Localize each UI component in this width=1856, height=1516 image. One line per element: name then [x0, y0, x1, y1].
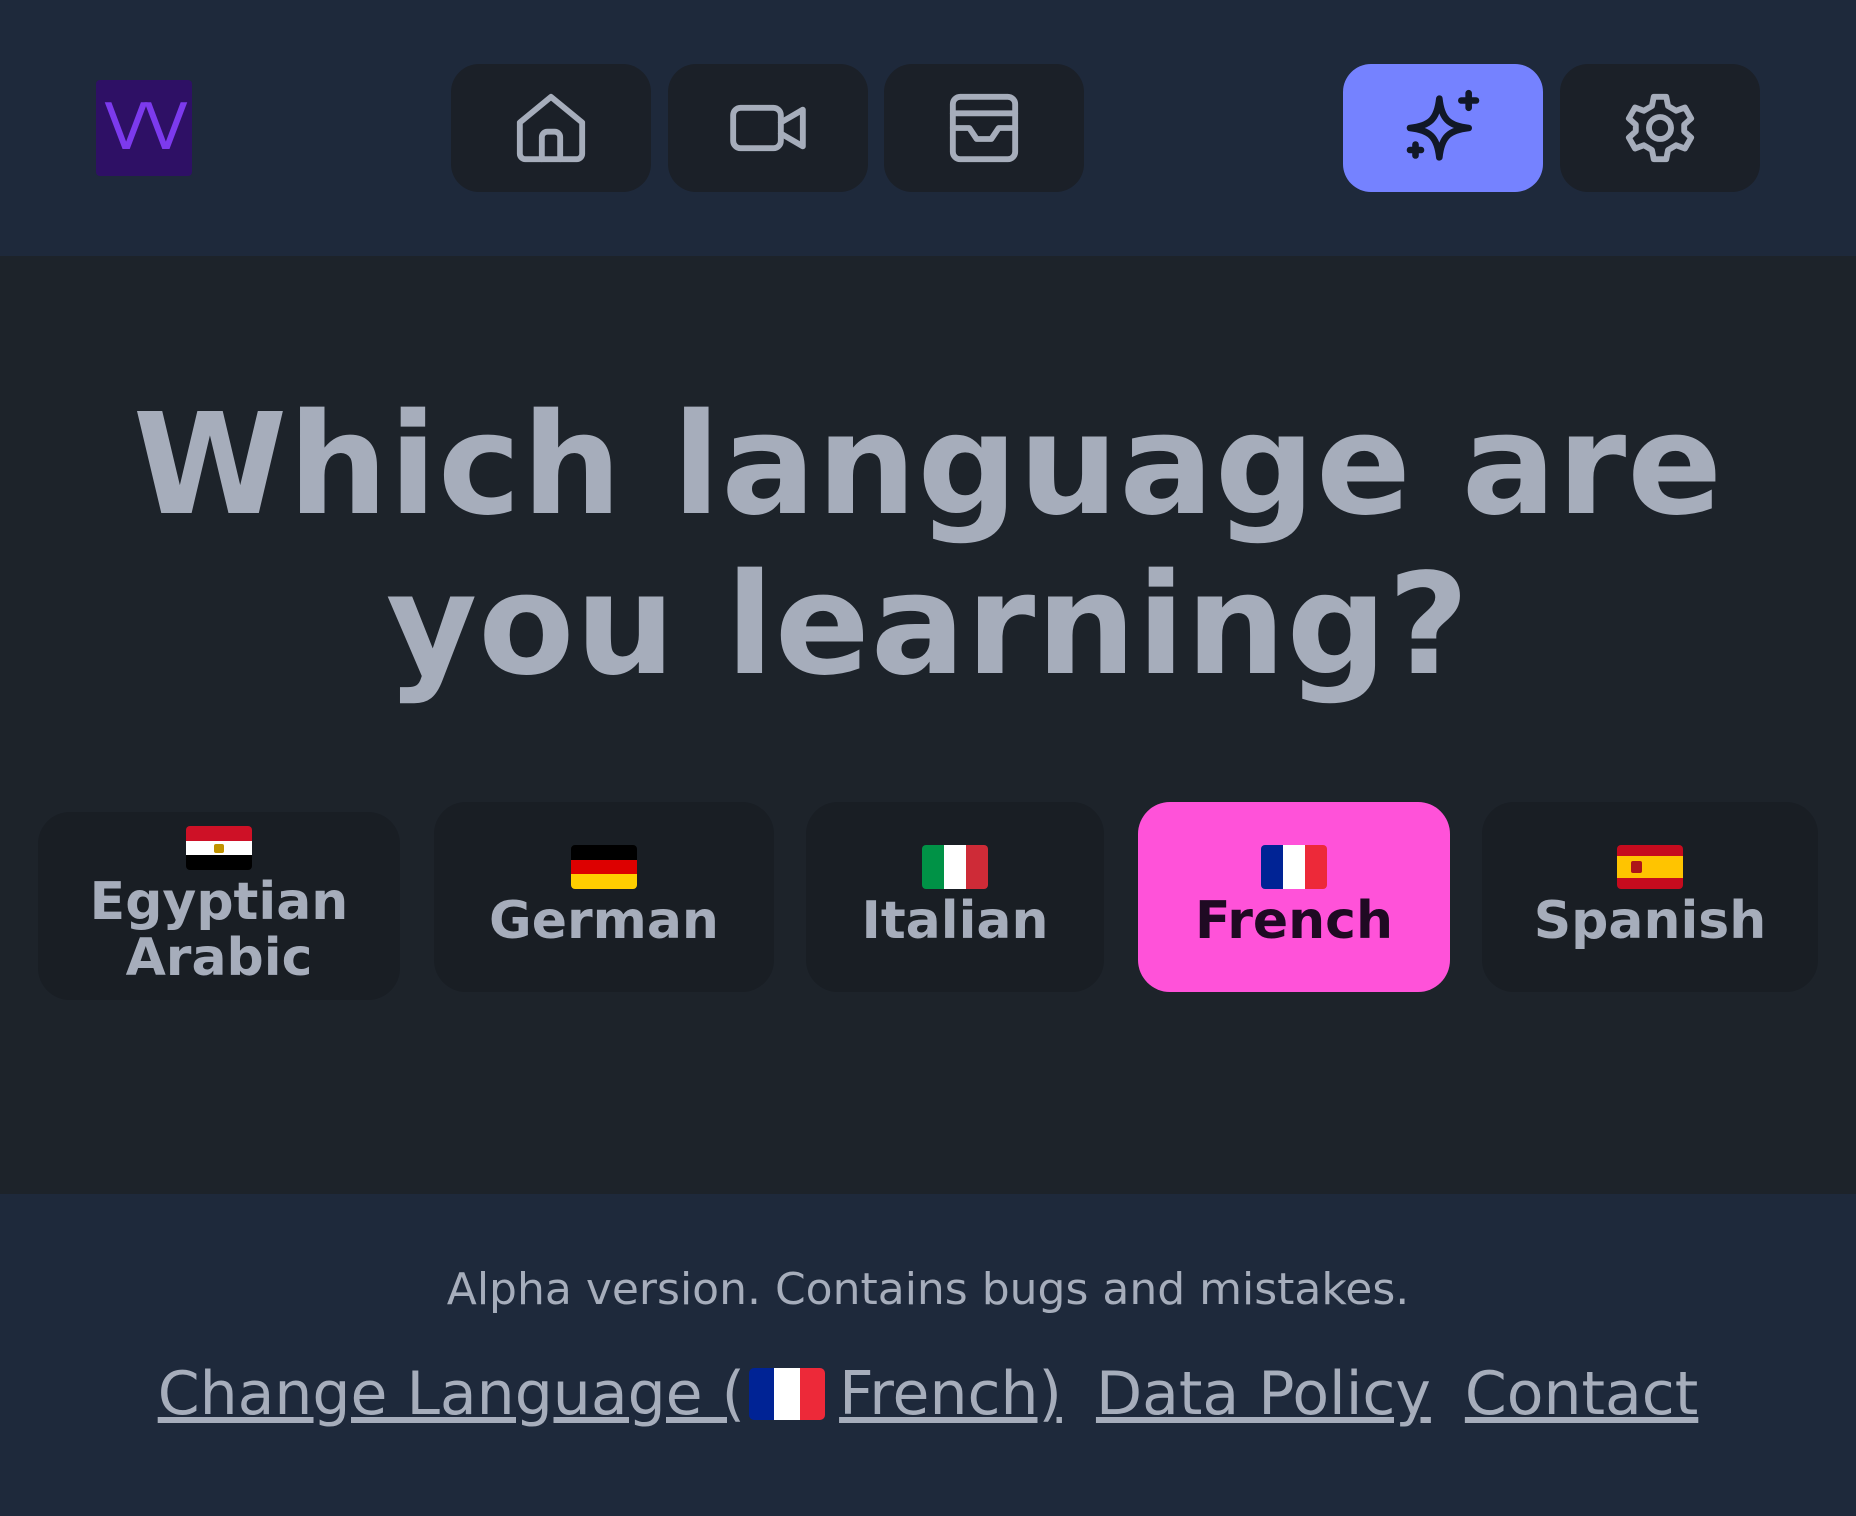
nav-settings-button[interactable]	[1560, 64, 1760, 192]
language-option-italian[interactable]: Italian	[806, 802, 1104, 992]
language-option-spanish[interactable]: Spanish	[1482, 802, 1818, 992]
nav-ai-button[interactable]	[1343, 64, 1543, 192]
germany-flag-icon	[571, 845, 637, 889]
language-label: Egyptian Arabic	[89, 872, 349, 988]
footer-links: Change Language ( French) Data Policy Co…	[0, 1354, 1856, 1434]
language-option-egyptian-arabic[interactable]: Egyptian Arabic	[38, 812, 400, 1000]
egypt-flag-icon	[186, 826, 252, 870]
top-navbar: VV	[0, 0, 1856, 256]
current-language-text: French)	[839, 1359, 1062, 1429]
footer: Alpha version. Contains bugs and mistake…	[0, 1194, 1856, 1516]
language-option-german[interactable]: German	[434, 802, 774, 992]
language-label: Spanish	[1533, 891, 1767, 951]
language-label: German	[489, 891, 719, 951]
language-option-french[interactable]: French	[1138, 802, 1450, 992]
inbox-icon	[949, 93, 1019, 163]
home-icon	[516, 93, 586, 163]
italy-flag-icon	[922, 845, 988, 889]
app-logo[interactable]: VV	[96, 80, 192, 176]
nav-video-button[interactable]	[668, 64, 868, 192]
nav-home-button[interactable]	[451, 64, 651, 192]
france-flag-icon	[1261, 845, 1327, 889]
language-label: Italian	[861, 891, 1049, 951]
gear-icon	[1625, 93, 1695, 163]
video-camera-icon	[730, 104, 806, 152]
alpha-notice: Alpha version. Contains bugs and mistake…	[446, 1264, 1410, 1315]
change-language-text: Change Language (	[157, 1359, 746, 1429]
main-content: Which language are you learning? Egyptia…	[0, 256, 1856, 1194]
contact-link[interactable]: Contact	[1465, 1354, 1698, 1434]
spain-flag-icon	[1617, 845, 1683, 889]
sparkles-icon	[1406, 89, 1480, 161]
language-label: French	[1195, 891, 1393, 951]
nav-inbox-button[interactable]	[884, 64, 1084, 192]
page-title: Which language are you learning?	[132, 384, 1724, 707]
data-policy-link[interactable]: Data Policy	[1096, 1354, 1431, 1434]
france-flag-icon	[749, 1368, 826, 1420]
change-language-link[interactable]: Change Language ( French)	[158, 1354, 1062, 1434]
logo-text: VV	[104, 91, 188, 165]
